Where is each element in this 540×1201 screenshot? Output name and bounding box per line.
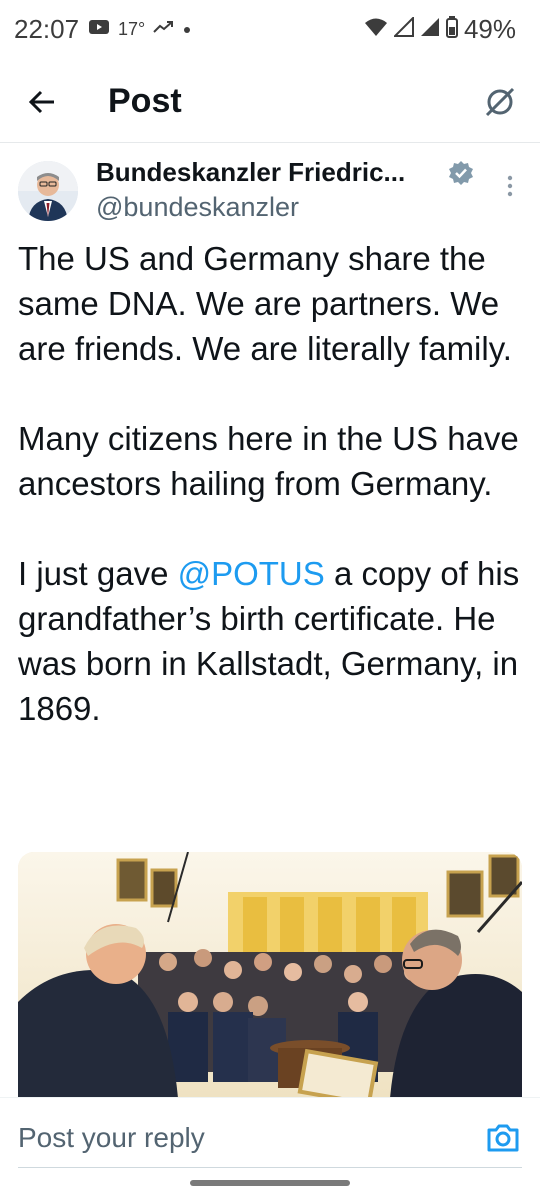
back-button[interactable] (20, 82, 64, 126)
status-right-icons: 49% (364, 14, 516, 45)
status-temperature: 17° (118, 19, 146, 39)
page-title: Post (108, 82, 182, 120)
verified-icon (448, 160, 474, 186)
trend-icon (153, 19, 175, 40)
status-bar: 22:07 17° 49% (0, 0, 540, 62)
camera-button[interactable] (486, 1122, 520, 1154)
battery-icon (445, 16, 458, 43)
post-text: The US and Germany share the same DNA. W… (18, 236, 528, 731)
camera-icon (486, 1124, 520, 1158)
reply-input[interactable]: Post your reply (18, 1116, 448, 1160)
more-vertical-icon (507, 175, 513, 202)
post-image[interactable] (18, 852, 522, 1098)
post-paragraph: The US and Germany share the same DNA. W… (18, 240, 512, 367)
top-app-bar: Post (0, 62, 540, 143)
post-paragraph: Many citizens here in the US have ancest… (18, 420, 519, 502)
dot-icon (183, 21, 191, 39)
reply-underline (18, 1167, 522, 1168)
grok-button[interactable] (478, 82, 522, 126)
mention-link[interactable]: @POTUS (178, 555, 325, 592)
battery-percent: 49% (463, 14, 516, 44)
author-name[interactable]: Bundeskanzler Friedric... (96, 157, 405, 188)
status-left-icons: 17° (88, 18, 191, 41)
wifi-icon (364, 17, 388, 42)
signal-icon (420, 17, 440, 42)
home-indicator[interactable] (190, 1180, 350, 1186)
video-icon (88, 18, 110, 41)
post-paragraph: I just gave @POTUS a copy of his grandfa… (18, 551, 528, 731)
avatar[interactable] (18, 161, 78, 221)
grok-icon (483, 85, 517, 124)
signal-icon (392, 15, 414, 42)
back-arrow-icon (28, 90, 56, 119)
paragraph-text: I just gave (18, 555, 178, 592)
status-time: 22:07 (14, 14, 80, 44)
more-options-button[interactable] (496, 170, 524, 206)
author-handle[interactable]: @bundeskanzler (96, 192, 299, 223)
